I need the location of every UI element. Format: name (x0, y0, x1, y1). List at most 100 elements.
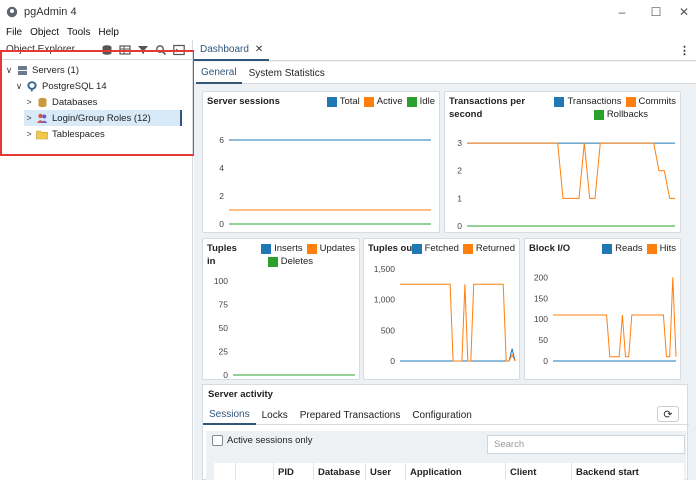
table-icon[interactable] (116, 42, 134, 58)
legend-label: Deletes (280, 256, 313, 267)
active-sessions-checkbox[interactable] (212, 435, 223, 446)
filter-table-icon[interactable] (134, 42, 152, 58)
menu-file[interactable]: File (6, 27, 22, 38)
tree-item-postgresql-14[interactable]: ∨ PostgreSQL 14 (14, 78, 107, 94)
chevron-right-icon[interactable]: > (24, 113, 34, 123)
tree-item-servers[interactable]: ∨ Servers (1) (4, 62, 79, 78)
menu-object[interactable]: Object (30, 27, 59, 38)
legend-item[interactable]: Deletes (267, 255, 313, 268)
chart-block-io: 0 50 100 150 200 (534, 272, 677, 366)
menu-bar: File Object Tools Help (0, 24, 121, 40)
y-tick-label: 50 (219, 323, 229, 333)
legend-item[interactable]: Updates (306, 242, 355, 255)
column-header-client[interactable]: Client (506, 463, 572, 480)
chevron-down-icon[interactable]: ∨ (14, 81, 24, 92)
tab-sessions[interactable]: Sessions (203, 405, 256, 425)
legend-item[interactable]: Reads (602, 242, 643, 255)
chart-legend: Reads Hits (598, 242, 676, 255)
tree-label: Databases (52, 96, 98, 108)
refresh-button[interactable]: ⟳ (657, 406, 679, 422)
tab-general[interactable]: General (196, 62, 242, 84)
refresh-icon: ⟳ (663, 408, 673, 421)
dashboard-subtabs: General System Statistics (194, 62, 696, 84)
chart-legend: Fetched Returned (408, 242, 515, 255)
column-header-pid[interactable]: PID (274, 463, 314, 480)
tab-dashboard[interactable]: Dashboard ✕ (194, 40, 270, 61)
more-options-icon[interactable]: ⋮ (679, 44, 690, 57)
series-line-fetched (400, 348, 516, 362)
legend-swatch-blue (411, 243, 422, 254)
legend-label: Idle (419, 96, 435, 107)
terminal-icon[interactable] (170, 42, 188, 58)
panel-tuples-out: Tuples out Fetched Returned 0 500 1,000 1,5… (363, 238, 520, 380)
legend-item[interactable]: Fetched (411, 242, 459, 255)
legend-item[interactable]: Rollbacks (593, 108, 648, 121)
panel-title: Server sessions (207, 96, 280, 107)
series-line-hits (553, 277, 677, 358)
active-sessions-label: Active sessions only (227, 435, 313, 446)
title-bar: pgAdmin 4 (0, 0, 696, 24)
tree-label: Tablespaces (52, 128, 105, 140)
legend-swatch-orange (462, 243, 473, 254)
chevron-right-icon[interactable]: > (24, 97, 34, 107)
y-tick-label: 1 (457, 193, 462, 203)
explorer-toolbar (98, 42, 188, 58)
column-header[interactable] (236, 463, 274, 480)
menu-tools[interactable]: Tools (67, 27, 90, 38)
database-icon[interactable] (98, 42, 116, 58)
search-input[interactable]: Search (487, 435, 685, 454)
y-tick-label: 75 (219, 300, 229, 310)
legend-swatch-green (593, 109, 604, 120)
legend-item[interactable]: Inserts (261, 242, 303, 255)
legend-item[interactable]: Active (363, 95, 403, 108)
legend-item[interactable]: Transactions (554, 95, 622, 108)
y-tick-label: 200 (534, 272, 548, 282)
column-header-database[interactable]: Database (314, 463, 366, 480)
close-window-button[interactable]: ✕ (666, 0, 696, 24)
series-line-returned (400, 283, 516, 362)
column-header-application[interactable]: Application (406, 463, 506, 480)
y-tick-label: 500 (381, 325, 395, 335)
chevron-down-icon[interactable]: ∨ (4, 65, 14, 76)
active-sessions-toggle[interactable]: Active sessions only (212, 435, 313, 446)
close-icon[interactable]: ✕ (255, 44, 263, 55)
menu-help[interactable]: Help (98, 27, 119, 38)
legend-item[interactable]: Total (326, 95, 360, 108)
tree-label: Servers (1) (32, 64, 79, 76)
legend-item[interactable]: Idle (406, 95, 435, 108)
column-header[interactable] (214, 463, 236, 480)
tab-configuration[interactable]: Configuration (406, 405, 477, 425)
column-header-user[interactable]: User (366, 463, 406, 480)
legend-item[interactable]: Returned (462, 242, 515, 255)
column-header-backend-start[interactable]: Backend start (572, 463, 684, 480)
legend-label: Commits (638, 96, 676, 107)
panel-title: Block I/O (529, 243, 571, 254)
tab-locks[interactable]: Locks (256, 405, 294, 425)
y-tick-label: 0 (543, 356, 548, 366)
object-explorer-pane: Object Explorer ∨ Servers (1) ∨ PostgreS… (0, 40, 193, 480)
chevron-right-icon[interactable]: > (24, 129, 34, 139)
object-explorer-header: Object Explorer (0, 40, 192, 60)
tree-item-login-group-roles[interactable]: > Login/Group Roles (12) (24, 110, 182, 126)
chart-tuples-in: 0 25 50 75 100 (214, 276, 355, 379)
minimize-button[interactable]: – (604, 0, 640, 24)
search-icon[interactable] (152, 42, 170, 58)
tree-item-databases[interactable]: > Databases (24, 94, 97, 110)
legend-item[interactable]: Hits (646, 242, 676, 255)
pgadmin-logo-icon (6, 6, 18, 18)
tree-item-tablespaces[interactable]: > Tablespaces (24, 126, 105, 142)
legend-item[interactable]: Commits (625, 95, 676, 108)
chart-transactions: 0 1 2 3 (457, 138, 675, 231)
folder-icon (36, 128, 48, 140)
tab-prepared-transactions[interactable]: Prepared Transactions (294, 405, 407, 425)
y-tick-label: 2 (457, 166, 462, 176)
y-tick-label: 0 (457, 221, 462, 231)
y-tick-label: 100 (214, 276, 228, 286)
legend-label: Reads (615, 243, 643, 254)
y-tick-label: 150 (534, 293, 548, 303)
panel-title: Tuples in (207, 243, 237, 267)
tab-system-statistics[interactable]: System Statistics (244, 62, 330, 84)
chart-legend: Inserts Updates Deletes (235, 242, 355, 268)
y-tick-label: 4 (219, 163, 224, 173)
window-title: pgAdmin 4 (24, 6, 77, 18)
